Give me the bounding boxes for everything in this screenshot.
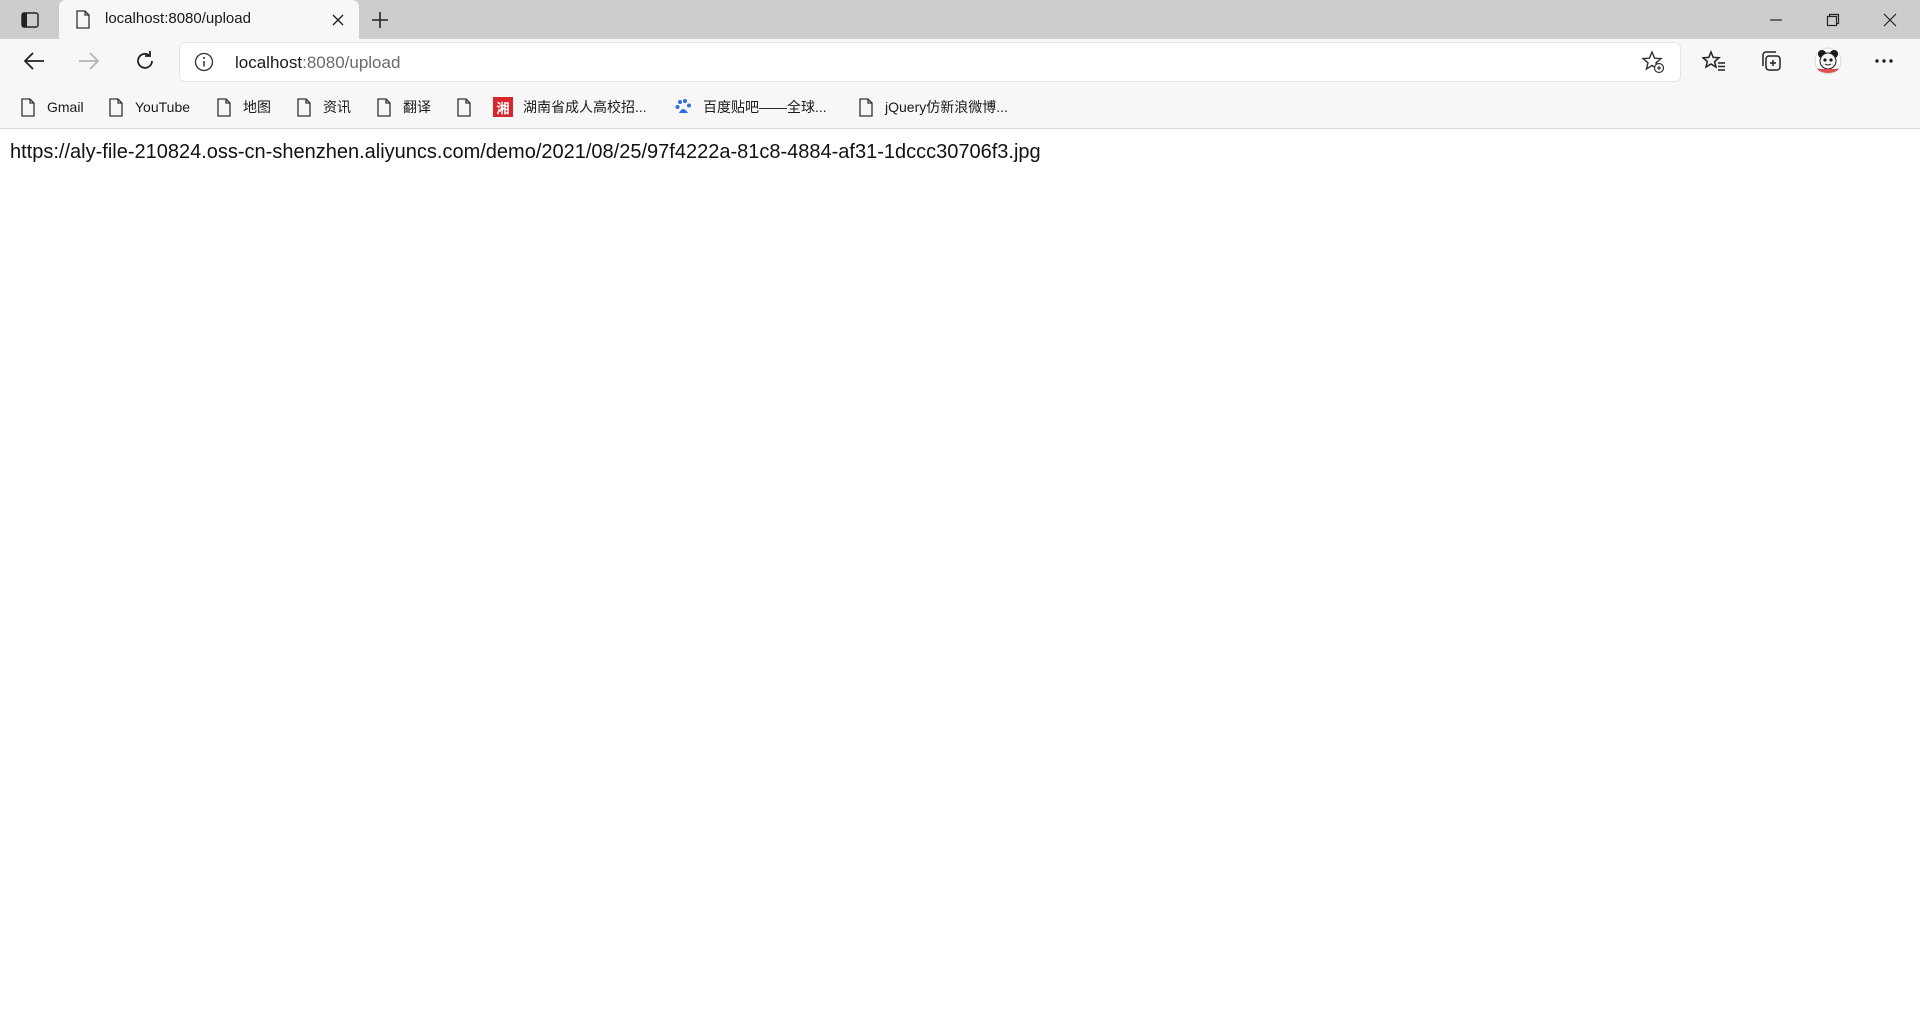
page-icon — [375, 97, 393, 117]
reload-button[interactable] — [127, 43, 163, 79]
plus-icon — [372, 12, 388, 28]
favorites-list-icon — [1702, 50, 1725, 71]
info-icon[interactable] — [194, 52, 214, 72]
bookmark-youtube[interactable]: YouTube — [107, 95, 190, 119]
bookmark-label: YouTube — [135, 99, 191, 115]
back-button[interactable] — [16, 43, 52, 79]
bookmark-label: 翻译 — [403, 99, 431, 115]
settings-more-button[interactable] — [1866, 43, 1902, 79]
bookmark-label: Gmail — [47, 99, 84, 115]
tab-actions-icon — [21, 12, 39, 28]
bookmark-baidu-tieba[interactable]: 百度贴吧——全球... — [675, 95, 827, 119]
bookmark-hunan-admissions[interactable]: 湘 湖南省成人高校招... — [493, 95, 647, 119]
forward-button[interactable] — [71, 43, 107, 79]
profile-button[interactable] — [1810, 43, 1846, 79]
window-close-button[interactable] — [1862, 0, 1918, 39]
uploaded-file-url: https://aly-file-210824.oss-cn-shenzhen.… — [10, 141, 1041, 163]
browser-window: localhost:8080/upload localhost:8080/upl… — [0, 0, 1920, 1030]
reload-icon — [137, 51, 153, 69]
bookmark-untitled[interactable] — [455, 95, 483, 119]
tab-actions-button[interactable] — [12, 7, 48, 33]
page-icon — [295, 97, 313, 117]
bookmark-translate[interactable]: 翻译 — [375, 95, 431, 119]
url-host: localhost — [235, 53, 303, 72]
page-icon — [76, 10, 90, 29]
star-add-icon — [1641, 50, 1665, 74]
arrow-right-icon — [79, 52, 100, 70]
more-icon — [1875, 59, 1893, 63]
tab-title: localhost:8080/upload — [105, 10, 251, 27]
page-icon — [19, 97, 37, 117]
bookmark-label: 湖南省成人高校招... — [523, 99, 647, 115]
bookmark-gmail[interactable]: Gmail — [19, 95, 84, 119]
address-bar[interactable]: localhost:8080/upload — [180, 43, 1680, 81]
minimize-icon — [1770, 18, 1782, 21]
page-icon — [215, 97, 233, 117]
page-icon — [857, 97, 875, 117]
bookmark-map[interactable]: 地图 — [215, 95, 271, 119]
page-content: https://aly-file-210824.oss-cn-shenzhen.… — [0, 129, 1920, 1030]
bookmark-label: 地图 — [243, 99, 271, 115]
url-text[interactable]: localhost:8080/upload — [235, 53, 400, 73]
baidu-paw-icon — [675, 97, 693, 117]
bookmarks-bar: Gmail YouTube 地图 资讯 翻译 湘 湖南省成人高校招... 百度贴… — [0, 86, 1920, 129]
bookmark-label: jQuery仿新浪微博... — [885, 99, 1008, 115]
new-tab-button[interactable] — [366, 6, 394, 34]
restore-button[interactable] — [1805, 0, 1861, 39]
add-favorite-button[interactable] — [1640, 49, 1666, 75]
close-icon — [332, 14, 344, 26]
tab-active[interactable]: localhost:8080/upload — [59, 0, 359, 39]
toolbar: localhost:8080/upload — [0, 39, 1920, 86]
favorites-button[interactable] — [1696, 43, 1732, 79]
bookmark-label: 百度贴吧——全球... — [703, 99, 827, 115]
tab-close-button[interactable] — [327, 9, 349, 31]
tab-strip: localhost:8080/upload — [0, 0, 1920, 39]
arrow-left-icon — [23, 52, 44, 70]
bookmark-news[interactable]: 资讯 — [295, 95, 351, 119]
close-icon — [1883, 13, 1897, 26]
minimize-button[interactable] — [1748, 0, 1804, 39]
page-icon — [455, 97, 473, 117]
xiang-logo-icon: 湘 — [493, 97, 513, 117]
collections-button[interactable] — [1753, 43, 1789, 79]
bookmark-jquery-weibo[interactable]: jQuery仿新浪微博... — [857, 95, 1008, 119]
avatar — [1814, 47, 1842, 75]
restore-icon — [1826, 13, 1840, 26]
url-path: :8080/upload — [302, 53, 401, 72]
collections-icon — [1762, 51, 1781, 71]
page-icon — [107, 97, 125, 117]
bookmark-label: 资讯 — [323, 99, 351, 115]
